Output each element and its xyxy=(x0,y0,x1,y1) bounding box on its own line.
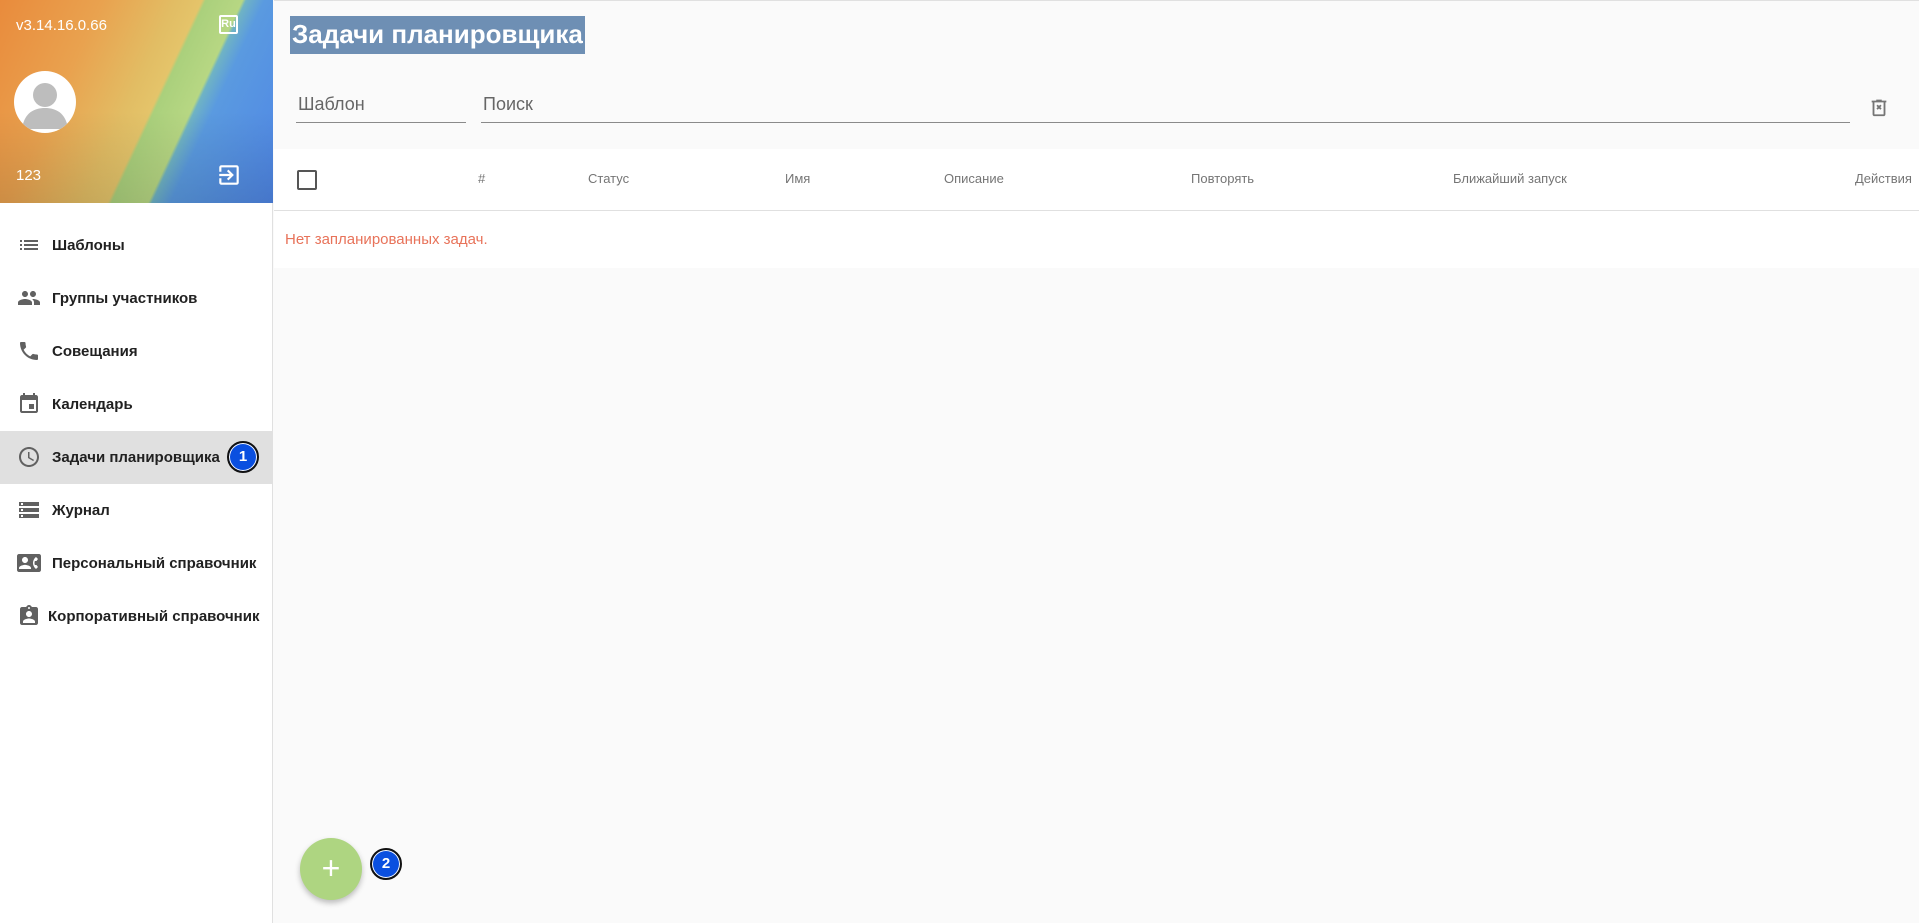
sidebar-item-templates[interactable]: Шаблоны xyxy=(0,219,272,272)
sidebar-nav: Шаблоны Группы участников Совещания Кале… xyxy=(0,219,272,643)
sidebar-item-meetings[interactable]: Совещания xyxy=(0,325,272,378)
delete-filter-icon[interactable] xyxy=(1868,96,1890,118)
empty-message: Нет запланированных задач. xyxy=(285,231,488,248)
annotation-marker-2: 2 xyxy=(370,848,402,880)
column-actions: Действия xyxy=(1855,171,1912,186)
sidebar-item-participant-groups[interactable]: Группы участников xyxy=(0,272,272,325)
language-icon[interactable]: Ru xyxy=(219,15,238,34)
column-status[interactable]: Статус xyxy=(588,171,629,186)
logout-icon[interactable] xyxy=(216,162,242,188)
sidebar-item-label: Корпоративный справочник xyxy=(48,608,260,625)
profile-header: v3.14.16.0.66 Ru 123 xyxy=(0,0,273,203)
app-version: v3.14.16.0.66 xyxy=(16,17,107,34)
column-next-run[interactable]: Ближайший запуск xyxy=(1453,171,1567,186)
people-icon xyxy=(17,286,41,310)
sidebar-item-label: Календарь xyxy=(52,396,133,413)
table-header: # Статус Имя Описание Повторять Ближайши… xyxy=(274,149,1919,211)
sidebar-item-label: Персональный справочник xyxy=(52,555,257,572)
badge-icon xyxy=(17,604,41,628)
username: 123 xyxy=(16,167,42,184)
phone-icon xyxy=(17,339,41,363)
app-root: v3.14.16.0.66 Ru 123 Шаблоны Группы учас… xyxy=(0,0,1919,923)
sidebar-item-corporate-directory[interactable]: Корпоративный справочник xyxy=(0,590,272,643)
sidebar-item-label: Шаблоны xyxy=(52,237,125,254)
clock-icon xyxy=(17,445,41,469)
annotation-marker-1: 1 xyxy=(227,441,259,473)
calendar-icon xyxy=(17,392,41,416)
template-field[interactable] xyxy=(296,87,466,123)
column-name[interactable]: Имя xyxy=(785,171,810,186)
contacts-icon xyxy=(17,551,41,575)
sidebar-item-label: Журнал xyxy=(52,502,110,519)
sidebar-item-personal-directory[interactable]: Персональный справочник xyxy=(0,537,272,590)
select-all-checkbox[interactable] xyxy=(297,170,317,190)
storage-icon xyxy=(17,498,41,522)
main-content: Задачи планировщика # Статус Имя Описани… xyxy=(274,0,1919,923)
column-repeat[interactable]: Повторять xyxy=(1191,171,1254,186)
person-silhouette-icon xyxy=(22,83,68,129)
sidebar-item-label: Совещания xyxy=(52,343,138,360)
column-number[interactable]: # xyxy=(478,171,485,186)
sidebar-item-label: Задачи планировщика xyxy=(52,449,220,466)
sidebar-item-calendar[interactable]: Календарь xyxy=(0,378,272,431)
sidebar-item-journal[interactable]: Журнал xyxy=(0,484,272,537)
column-description[interactable]: Описание xyxy=(944,171,1004,186)
add-task-button[interactable]: + xyxy=(300,838,362,900)
list-icon xyxy=(17,233,41,257)
page-title: Задачи планировщика xyxy=(290,16,585,54)
sidebar-item-label: Группы участников xyxy=(52,290,198,307)
empty-row: Нет запланированных задач. xyxy=(274,211,1919,268)
tasks-table: # Статус Имя Описание Повторять Ближайши… xyxy=(274,149,1919,268)
search-field[interactable] xyxy=(481,87,1850,123)
search-input[interactable] xyxy=(481,87,1850,122)
template-input[interactable] xyxy=(296,87,466,122)
avatar xyxy=(14,71,76,133)
